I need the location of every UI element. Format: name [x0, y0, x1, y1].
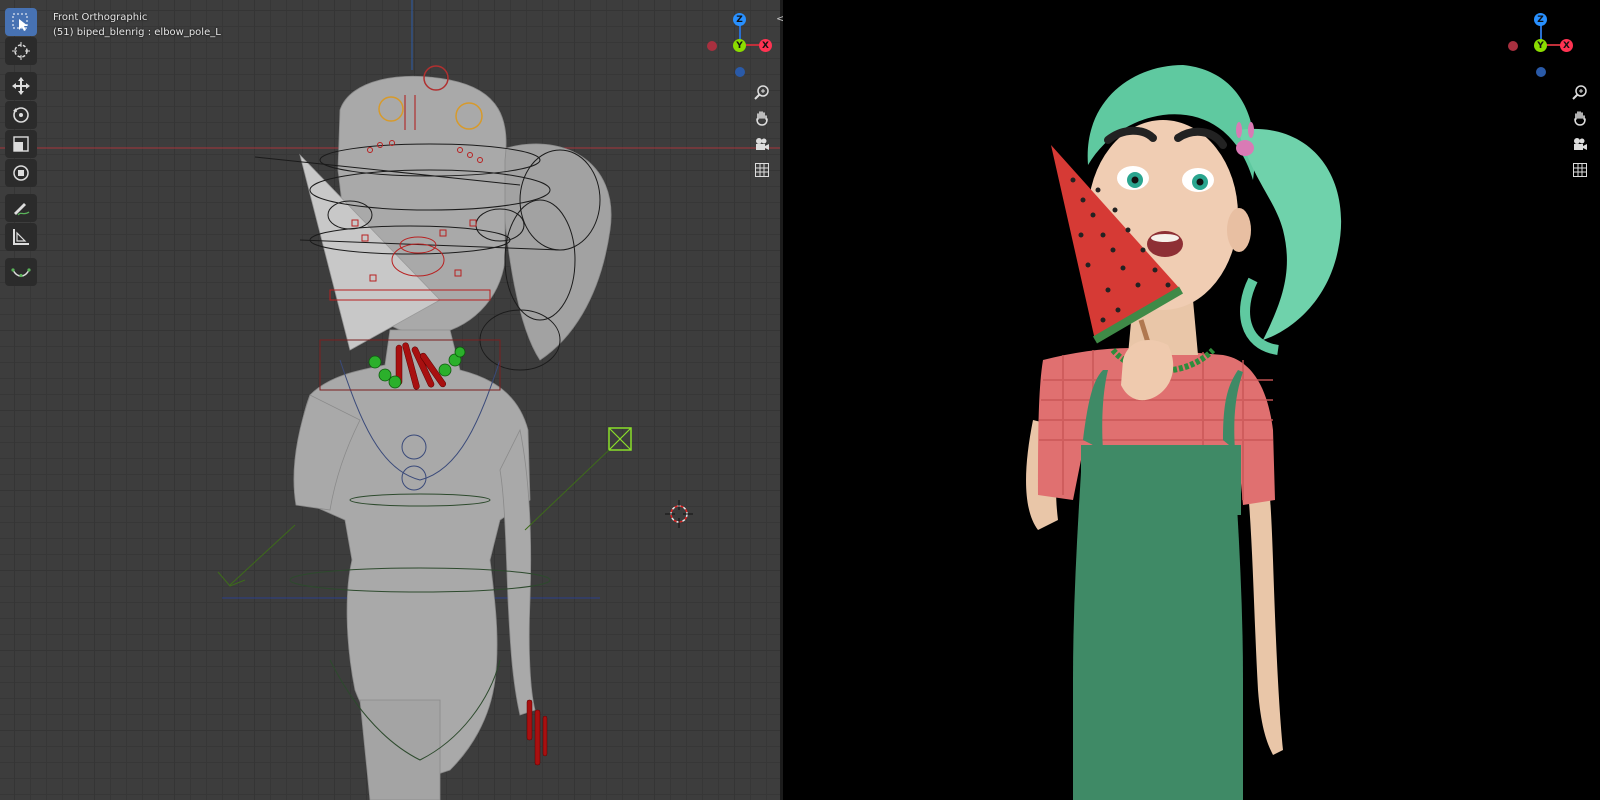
camera-view-button[interactable] [750, 132, 774, 156]
bone-envelope-icon [11, 268, 31, 278]
gizmo-x-axis[interactable]: X [759, 39, 772, 52]
pan-hand-icon [756, 111, 768, 126]
move-icon [12, 77, 30, 95]
navigation-gizmo[interactable]: Z Y X [702, 10, 780, 90]
cursor-tool[interactable] [5, 37, 37, 65]
camera-icon [756, 138, 769, 150]
gizmo-neg-x[interactable] [1508, 41, 1518, 51]
camera-view-button[interactable] [1568, 132, 1592, 156]
rendered-character-scene[interactable] [783, 0, 1600, 800]
ortho-toggle-button[interactable] [1568, 158, 1592, 182]
navigation-buttons-rendered [1568, 80, 1592, 184]
rotate-tool[interactable] [5, 101, 37, 129]
scale-icon [13, 136, 29, 152]
transform-tool[interactable] [5, 159, 37, 187]
selection-info-label: (51) biped_blenrig : elbow_pole_L [53, 27, 221, 38]
bone-envelope-tool[interactable] [5, 258, 37, 286]
zoom-icon [754, 85, 769, 100]
select-box-tool[interactable] [5, 8, 37, 36]
viewport-front-orthographic[interactable]: Front Orthographic (51) biped_blenrig : … [0, 0, 780, 800]
transform-icon [13, 165, 29, 181]
annotate-icon [14, 203, 30, 216]
zoom-button[interactable] [1568, 80, 1592, 104]
measure-icon [13, 229, 29, 245]
pan-button[interactable] [750, 106, 774, 130]
grid-icon [1573, 163, 1587, 177]
rotate-icon [13, 107, 29, 123]
character-mesh [293, 75, 612, 800]
gizmo-y-axis[interactable]: Y [1534, 39, 1547, 52]
view-name-label: Front Orthographic [53, 12, 148, 23]
scale-tool[interactable] [5, 130, 37, 158]
gizmo-z-axis[interactable]: Z [733, 13, 746, 26]
grid-icon [755, 163, 769, 177]
pan-button[interactable] [1568, 106, 1592, 130]
gizmo-z-axis[interactable]: Z [1534, 13, 1547, 26]
select-box-icon [12, 13, 28, 31]
navigation-gizmo-rendered[interactable]: Z Y X [1503, 10, 1583, 90]
cursor-icon [12, 42, 30, 60]
measure-tool[interactable] [5, 223, 37, 251]
tool-shelf [5, 8, 37, 287]
ortho-toggle-button[interactable] [750, 158, 774, 182]
3d-cursor [665, 500, 693, 528]
navigation-buttons [750, 80, 774, 184]
gizmo-x-axis[interactable]: X [1560, 39, 1573, 52]
rig-viewport-scene[interactable] [0, 0, 780, 800]
zoom-button[interactable] [750, 80, 774, 104]
camera-icon [1574, 138, 1587, 150]
viewport-info-overlay: Front Orthographic (51) biped_blenrig : … [53, 10, 221, 40]
blender-window: Front Orthographic (51) biped_blenrig : … [0, 0, 1600, 800]
viewport-rendered[interactable]: Z Y X [783, 0, 1600, 800]
gizmo-neg-z[interactable] [735, 67, 745, 77]
zoom-icon [1572, 85, 1587, 100]
pan-hand-icon [1574, 111, 1586, 126]
annotate-tool[interactable] [5, 194, 37, 222]
gizmo-neg-x[interactable] [707, 41, 717, 51]
gizmo-y-axis[interactable]: Y [733, 39, 746, 52]
gizmo-neg-z[interactable] [1536, 67, 1546, 77]
move-tool[interactable] [5, 72, 37, 100]
